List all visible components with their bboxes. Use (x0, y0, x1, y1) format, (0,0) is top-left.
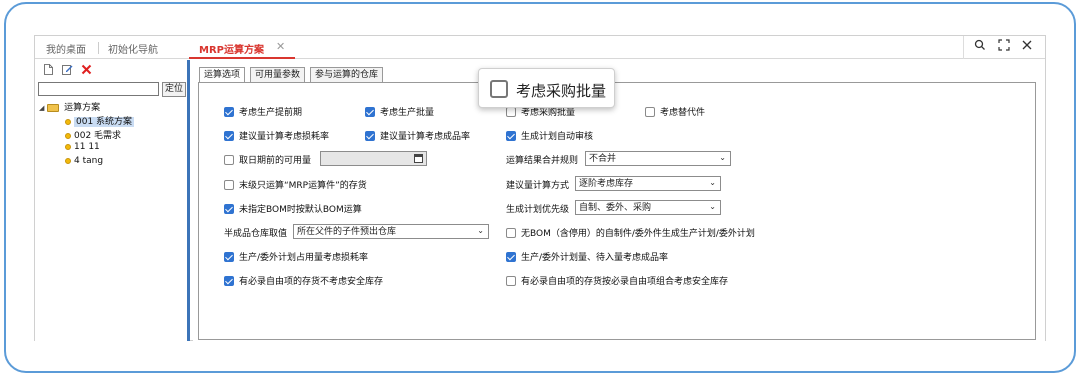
option-pre-date-availability[interactable]: 取日期前的可用量 (224, 153, 311, 166)
semi-warehouse-label: 半成品仓库取值 (224, 229, 288, 239)
option-plan-yield-rate[interactable]: 生产/委外计划量、待入量考虑成品率 (506, 250, 668, 263)
option-default-bom[interactable]: 未指定BOM时按默认BOM运算 (224, 202, 362, 215)
checkbox-checked[interactable] (224, 251, 234, 262)
semi-warehouse-select[interactable]: 所在父件的子件预出仓库 ⌄ (293, 224, 489, 239)
chevron-down-icon: ⌄ (709, 202, 716, 211)
option-substitute[interactable]: 考虑替代件 (645, 105, 705, 118)
option-production-batch[interactable]: 考虑生产批量 (365, 105, 434, 118)
priority-label: 生成计划优先级 (506, 205, 570, 215)
tree-item-001[interactable]: 001 系统方案 (65, 114, 135, 127)
options-content: 运算选项 可用量参数 参与运算的仓库 考虑生产提前期 考虑生产批量 考虑采购批量… (193, 60, 1045, 341)
tab-close-icon[interactable]: ✕ (276, 40, 285, 53)
checkbox-checked[interactable] (224, 275, 234, 286)
tree-root-label: 运算方案 (64, 103, 101, 113)
zoom-callout: 考虑采购批量 (478, 68, 615, 108)
checkbox-checked[interactable] (365, 106, 375, 117)
checkbox-checked[interactable] (224, 203, 234, 214)
calc-method-label: 建议量计算方式 (506, 181, 570, 191)
tree-expand-icon[interactable]: ◢ (39, 104, 44, 112)
checkbox-unchecked[interactable] (224, 179, 234, 190)
calc-method-select[interactable]: 逐阶考虑库存 ⌄ (575, 176, 721, 191)
scheme-node-icon (65, 157, 71, 164)
checkbox-checked[interactable] (506, 130, 516, 141)
option-auto-approve[interactable]: 生成计划自动审核 (506, 129, 593, 142)
chevron-down-icon: ⌄ (709, 178, 716, 187)
tab-warehouses[interactable]: 参与运算的仓库 (310, 67, 384, 82)
tree-item-002[interactable]: 002 毛需求 (65, 128, 121, 141)
scheme-node-icon (65, 118, 71, 125)
fullscreen-icon[interactable] (996, 39, 1012, 55)
option-no-safety-stock[interactable]: 有必录自由项的存货不考虑安全库存 (224, 274, 383, 287)
option-lead-time[interactable]: 考虑生产提前期 (224, 105, 302, 118)
tree-item-11[interactable]: 11 11 (65, 142, 100, 152)
chevron-down-icon: ⌄ (719, 153, 726, 162)
checkbox-unchecked[interactable] (645, 106, 655, 117)
scheme-node-icon (65, 132, 71, 139)
tree-item-label: 002 毛需求 (74, 131, 122, 141)
checkbox-unchecked-zoomed (490, 80, 508, 98)
folder-open-icon (47, 103, 60, 112)
close-icon[interactable] (1019, 39, 1035, 55)
scheme-node-icon (65, 143, 71, 150)
priority-select[interactable]: 自制、委外、采购 ⌄ (575, 200, 721, 215)
tab-my-desktop[interactable]: 我的桌面 (46, 41, 86, 56)
callout-label: 考虑采购批量 (516, 82, 607, 100)
tree-root-node[interactable]: ◢ 运算方案 (39, 100, 100, 113)
options-panel: 考虑生产提前期 考虑生产批量 考虑采购批量 考虑替代件 建议量计算考虑损耗率 建… (198, 82, 1036, 340)
window-divider (963, 36, 964, 59)
checkbox-checked[interactable] (506, 251, 516, 262)
tree-item-4[interactable]: 4 tang (65, 156, 103, 166)
checkbox-unchecked[interactable] (506, 106, 516, 117)
checkbox-checked[interactable] (224, 106, 234, 117)
active-tab-indicator (189, 57, 295, 59)
search-icon[interactable] (972, 39, 988, 55)
tree-item-label: 001 系统方案 (74, 117, 135, 127)
tab-mrp-scheme[interactable]: MRP运算方案 (199, 41, 264, 56)
option-plan-loss-rate[interactable]: 生产/委外计划占用量考虑损耗率 (224, 250, 368, 263)
calendar-icon[interactable] (414, 154, 423, 163)
checkbox-unchecked[interactable] (506, 227, 516, 238)
merge-rule-select[interactable]: 不合并 ⌄ (585, 151, 731, 166)
edit-icon[interactable] (62, 64, 73, 75)
merge-rule-label: 运算结果合并规则 (506, 156, 579, 166)
checkbox-unchecked[interactable] (506, 275, 516, 286)
option-loss-rate[interactable]: 建议量计算考虑损耗率 (224, 129, 329, 142)
tree-item-label: 4 tang (74, 156, 104, 166)
option-mrp-only[interactable]: 末级只运算“MRP运算件”的存货 (224, 178, 367, 191)
chevron-down-icon: ⌄ (477, 226, 484, 235)
tab-availability-params[interactable]: 可用量参数 (250, 67, 306, 82)
checkbox-unchecked[interactable] (224, 154, 234, 165)
scheme-tree-panel: 定位 ◢ 运算方案 001 系统方案 002 毛需求 11 11 4 tang (35, 60, 190, 341)
tree-search-input[interactable] (38, 82, 159, 96)
tab-divider (98, 42, 99, 54)
new-doc-icon[interactable] (43, 64, 54, 75)
date-field[interactable] (320, 151, 427, 166)
tab-init-nav[interactable]: 初始化导航 (108, 41, 158, 56)
option-no-bom-plan[interactable]: 无BOM（含停用）的自制件/委外件生成生产计划/委外计划 (506, 226, 755, 239)
checkbox-checked[interactable] (365, 130, 375, 141)
delete-icon[interactable] (81, 64, 92, 75)
checkbox-checked[interactable] (224, 130, 234, 141)
tab-bar: 我的桌面 初始化导航 MRP运算方案 ✕ (35, 36, 1045, 59)
option-yield-rate[interactable]: 建议量计算考虑成品率 (365, 129, 470, 142)
tab-calc-options[interactable]: 运算选项 (199, 67, 246, 82)
tree-item-label: 11 11 (74, 142, 100, 152)
locate-button[interactable]: 定位 (162, 82, 186, 97)
option-combo-safety-stock[interactable]: 有必录自由项的存货按必录自由项组合考虑安全库存 (506, 274, 728, 287)
